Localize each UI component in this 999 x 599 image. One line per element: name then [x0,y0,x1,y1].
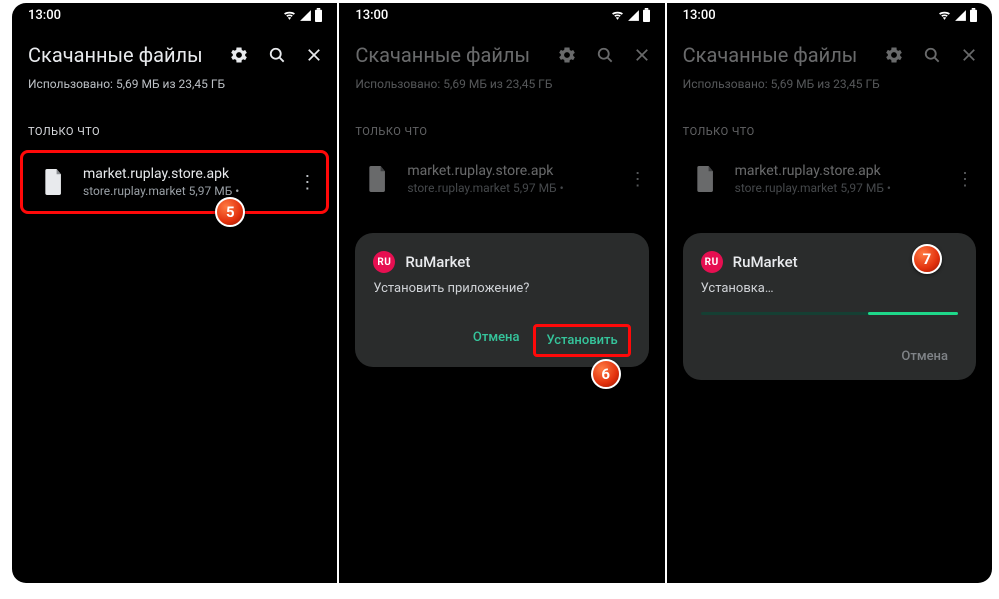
close-icon[interactable] [960,45,978,65]
file-icon [687,160,725,198]
battery-icon [642,8,651,22]
file-overflow-menu[interactable]: ⋮ [294,172,320,193]
section-just-now: ТОЛЬКО ЧТО [339,103,664,146]
dialog-app-name: RuMarket [733,253,798,271]
battery-icon [969,8,978,22]
storage-usage: Использовано: 5,69 МБ из 23,45 ГБ [339,75,664,103]
gear-icon[interactable] [229,45,249,65]
app-logo-icon: RU [701,251,723,273]
section-just-now: ТОЛЬКО ЧТО [12,103,337,146]
file-texts: market.ruplay.store.apk store.ruplay.mar… [735,163,952,195]
search-icon[interactable] [267,45,287,65]
wifi-icon [937,9,952,22]
dialog-app-name: RuMarket [405,253,470,271]
signal-icon [299,9,312,22]
status-bar: 13:00 [12,3,337,27]
status-time: 13:00 [28,8,61,23]
annotation-7: 7 [912,244,942,274]
header-actions [229,45,323,65]
gear-icon[interactable] [884,45,904,65]
file-row-apk[interactable]: market.ruplay.store.apk store.ruplay.mar… [675,150,984,208]
app-header: Скачанные файлы [667,27,992,75]
dialog-actions: Отмена Установить [373,324,630,357]
close-icon[interactable] [633,45,651,65]
file-row-apk[interactable]: market.ruplay.store.apk store.ruplay.mar… [347,150,656,208]
wifi-icon [282,9,297,22]
gear-icon[interactable] [557,45,577,65]
annotation-5: 5 [215,197,245,227]
status-bar: 13:00 [667,3,992,27]
status-time: 13:00 [355,8,388,23]
file-icon [359,160,397,198]
page-title: Скачанные файлы [683,43,858,67]
pane-install-prompt: 13:00 Скачанные файлы Использовано: 5,69… [339,3,664,583]
file-name: market.ruplay.store.apk [83,166,294,182]
close-icon[interactable] [305,45,323,65]
status-icons [937,8,978,22]
install-progress [701,312,958,315]
signal-icon [954,9,967,22]
file-name: market.ruplay.store.apk [735,163,952,179]
annotation-6: 6 [591,359,621,389]
file-row-apk[interactable]: market.ruplay.store.apk store.ruplay.mar… [20,150,329,214]
header-actions [884,45,978,65]
file-name: market.ruplay.store.apk [407,163,624,179]
page-title: Скачанные файлы [28,43,203,67]
storage-usage: Использовано: 5,69 МБ из 23,45 ГБ [12,75,337,103]
cancel-button[interactable]: Отмена [463,324,530,357]
file-overflow-menu[interactable]: ⋮ [952,169,978,190]
pane-downloads: 13:00 Скачанные файлы Использовано: 5,69… [12,3,337,583]
install-button[interactable]: Установить [533,324,630,357]
header-actions [557,45,651,65]
app-header: Скачанные файлы [339,27,664,75]
status-icons [282,8,323,22]
status-time: 13:00 [683,8,716,23]
file-icon [35,163,73,201]
install-progress-bar [868,312,958,315]
search-icon[interactable] [922,45,942,65]
file-subline: store.ruplay.market 5,97 МБ • [83,184,294,198]
dialog-status: Установка… [701,281,958,296]
file-texts: market.ruplay.store.apk store.ruplay.mar… [407,163,624,195]
page-title: Скачанные файлы [355,43,530,67]
dialog-question: Установить приложение? [373,281,630,296]
file-overflow-menu[interactable]: ⋮ [625,169,651,190]
file-texts: market.ruplay.store.apk store.ruplay.mar… [83,166,294,198]
pane-installing: 13:00 Скачанные файлы Использовано: 5,69… [667,3,992,583]
dialog-actions: Отмена [701,343,958,370]
app-header: Скачанные файлы [12,27,337,75]
install-dialog: RU RuMarket Установить приложение? Отмен… [355,233,648,367]
wifi-icon [610,9,625,22]
battery-icon [314,8,323,22]
section-just-now: ТОЛЬКО ЧТО [667,103,992,146]
file-subline: store.ruplay.market 5,97 МБ • [407,181,624,195]
storage-usage: Использовано: 5,69 МБ из 23,45 ГБ [667,75,992,103]
app-logo-icon: RU [373,251,395,273]
status-icons [610,8,651,22]
cancel-button[interactable]: Отмена [891,343,958,370]
signal-icon [627,9,640,22]
search-icon[interactable] [595,45,615,65]
status-bar: 13:00 [339,3,664,27]
file-subline: store.ruplay.market 5,97 МБ • [735,181,952,195]
